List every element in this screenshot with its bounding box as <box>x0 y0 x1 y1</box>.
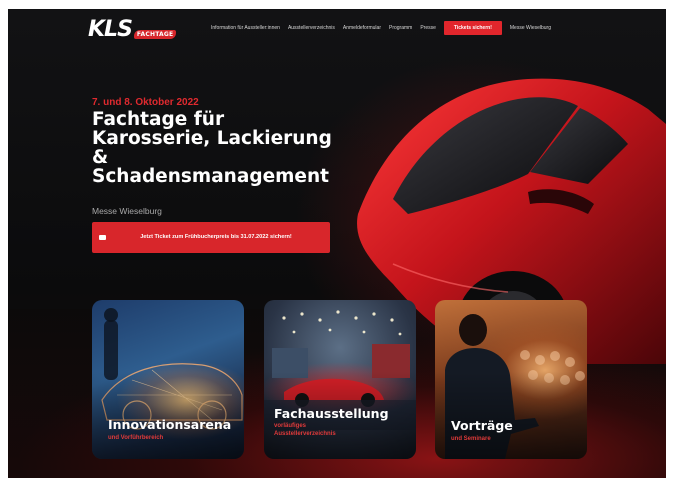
title-line: Schadensmanagement <box>92 166 329 187</box>
nav-item-exhibitor-directory[interactable]: Ausstellerverzeichnis <box>288 25 335 31</box>
title-line: Fachtage für <box>92 109 225 130</box>
card-subtitle-line: und Vorführbereich <box>108 435 164 441</box>
early-bird-ticket-button[interactable]: Jetzt Ticket zum Frühbucherpreis bis 31.… <box>92 222 330 253</box>
event-venue: Messe Wieselburg <box>92 206 162 216</box>
page-title: Fachtage für Karosserie, Lackierung & Sc… <box>92 110 352 186</box>
page-frame: KLS FACHTAGE Information für Aussteller:… <box>8 9 666 478</box>
nav-item-exhibitor-info[interactable]: Information für Aussteller:innen <box>211 25 280 31</box>
card-subtitle-line: Ausstellerverzeichnis <box>274 431 336 437</box>
logo-badge: FACHTAGE <box>133 30 177 39</box>
logo-text: KLS <box>88 17 133 42</box>
card-subtitle: und Vorführbereich <box>108 434 163 442</box>
card-subtitle: vorläufiges Ausstellerverzeichnis <box>274 422 336 438</box>
card-title: Vorträge <box>451 418 513 433</box>
card-innovationsarena[interactable]: Innovationsarena und Vorführbereich <box>92 300 244 459</box>
card-fachausstellung[interactable]: Fachausstellung vorläufiges Ausstellerve… <box>264 300 416 459</box>
title-line: Karosserie, Lackierung <box>92 128 332 149</box>
card-subtitle: und Seminare <box>451 435 491 443</box>
ticket-icon <box>99 235 106 240</box>
title-line: & <box>92 147 109 168</box>
main-nav: Information für Aussteller:innen Ausstel… <box>211 21 559 35</box>
nav-item-program[interactable]: Programm <box>389 25 412 31</box>
card-title: Innovationsarena <box>108 417 232 432</box>
early-bird-ticket-label: Jetzt Ticket zum Frühbucherpreis bis 31.… <box>140 234 292 240</box>
card-title: Fachausstellung <box>274 406 389 421</box>
site-header: KLS FACHTAGE Information für Aussteller:… <box>8 9 666 47</box>
card-subtitle-line: und Seminare <box>451 436 491 442</box>
nav-item-messe-wieselburg[interactable]: Messe Wieselburg <box>510 25 551 31</box>
event-date: 7. und 8. Oktober 2022 <box>92 97 199 108</box>
kls-logo[interactable]: KLS FACHTAGE <box>88 17 177 42</box>
card-vortraege[interactable]: Vorträge und Seminare <box>435 300 587 459</box>
nav-item-registration-form[interactable]: Anmeldeformular <box>343 25 381 31</box>
nav-item-press[interactable]: Presse <box>420 25 436 31</box>
nav-tickets-button[interactable]: Tickets sichern! <box>443 21 502 35</box>
card-subtitle-line: vorläufiges <box>274 423 307 429</box>
